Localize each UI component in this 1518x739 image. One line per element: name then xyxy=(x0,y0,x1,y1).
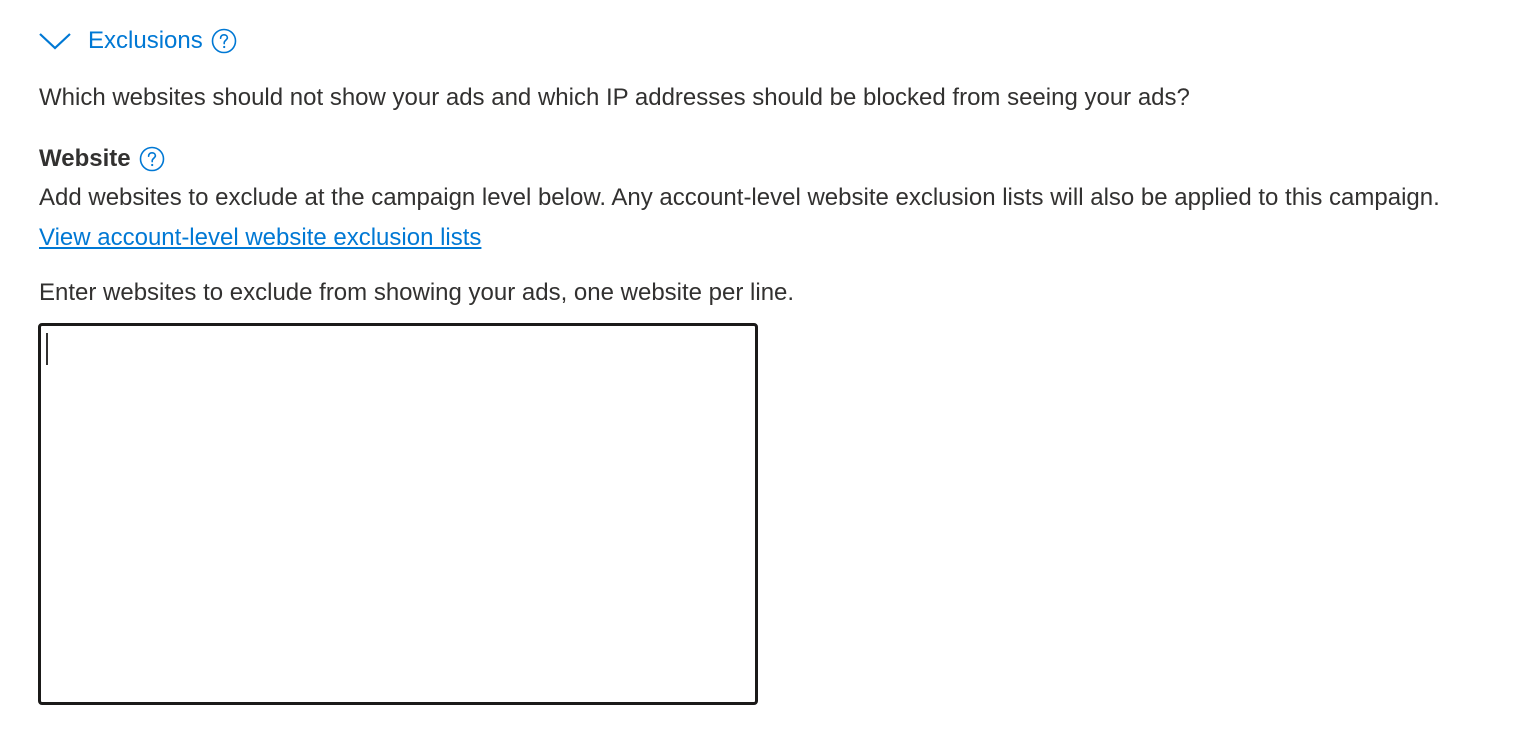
view-account-level-exclusion-lists-link[interactable]: View account-level website exclusion lis… xyxy=(39,222,481,254)
website-help-text: Add websites to exclude at the campaign … xyxy=(39,184,1440,211)
exclusions-section-header[interactable]: Exclusions xyxy=(38,24,237,58)
website-label-row: Website xyxy=(39,143,165,175)
exclusions-page: Exclusions Which websites should not sho… xyxy=(0,0,1518,739)
exclusions-description: Which websites should not show your ads … xyxy=(39,84,1190,111)
exclusions-title[interactable]: Exclusions xyxy=(88,24,203,58)
exclusions-help-icon[interactable] xyxy=(211,28,237,54)
website-label: Website xyxy=(39,145,131,172)
chevron-down-icon[interactable] xyxy=(38,24,72,58)
website-input-instruction: Enter websites to exclude from showing y… xyxy=(39,279,795,306)
text-cursor xyxy=(46,333,48,365)
website-help-icon[interactable] xyxy=(139,146,165,172)
website-exclusions-textarea[interactable] xyxy=(38,323,758,705)
